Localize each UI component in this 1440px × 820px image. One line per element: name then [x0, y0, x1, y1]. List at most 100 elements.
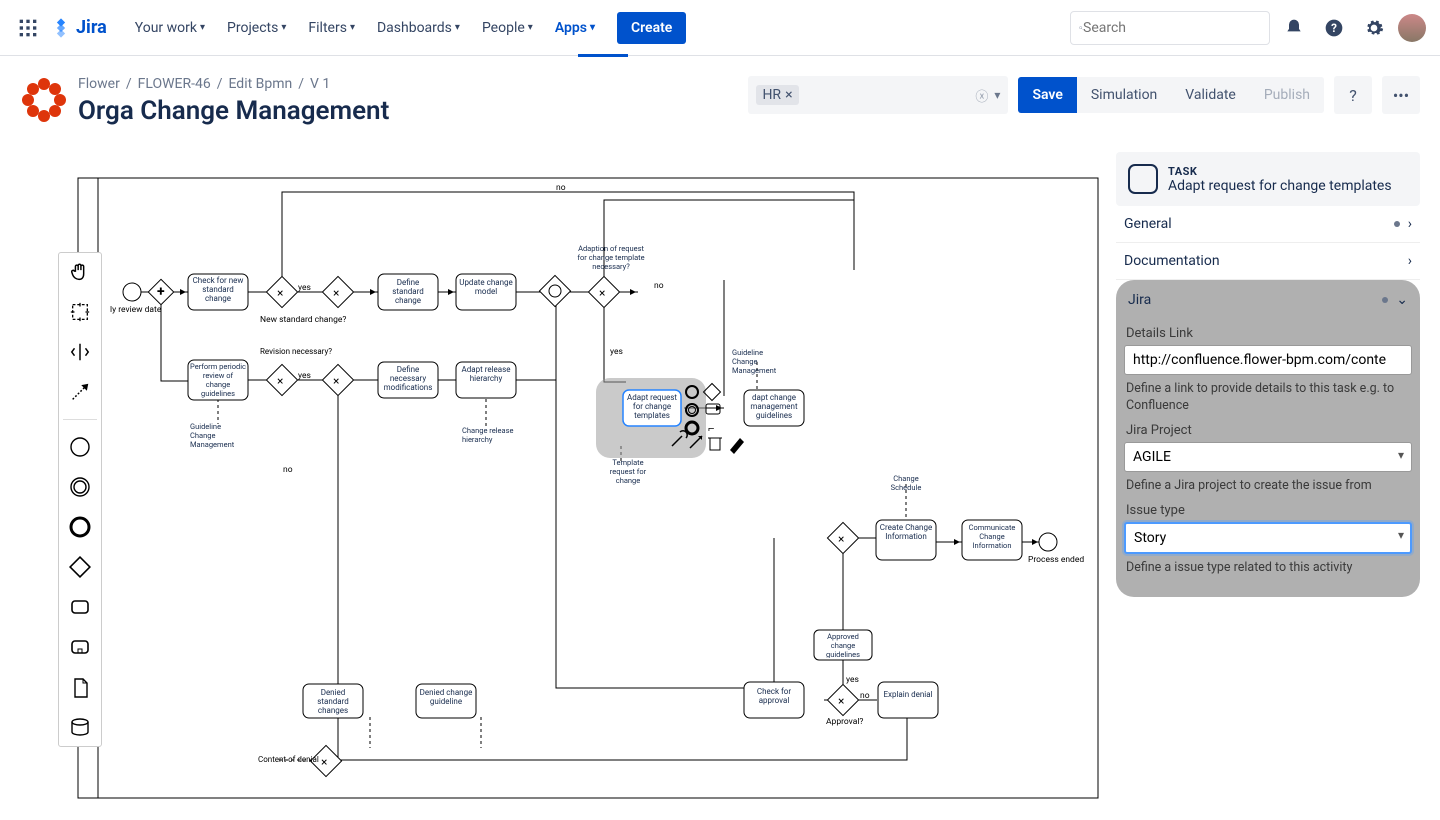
section-documentation[interactable]: Documentation ›: [1116, 243, 1420, 280]
label-content-denial: Content of denial: [258, 755, 319, 764]
palette-task[interactable]: [67, 594, 93, 620]
svg-text:×: ×: [333, 286, 339, 300]
palette-lasso-tool[interactable]: [67, 299, 93, 325]
nav-filters[interactable]: Filters▾: [298, 12, 365, 44]
task-type-icon: [1128, 164, 1158, 194]
svg-text:×: ×: [599, 286, 605, 300]
user-avatar[interactable]: [1398, 14, 1426, 42]
jira-project-select[interactable]: AGILE: [1124, 442, 1412, 472]
jira-project-help: Define a Jira project to create the issu…: [1126, 478, 1410, 495]
nav-apps[interactable]: Apps▾: [545, 12, 605, 44]
publish-button: Publish: [1250, 77, 1324, 113]
bpmn-palette: [58, 252, 102, 747]
tag-input[interactable]: HR× ⓧ ▾: [748, 76, 1008, 114]
label-approval-q: Approval?: [826, 717, 863, 727]
svg-text:no: no: [283, 465, 293, 475]
jira-project-label: Jira Project: [1126, 423, 1410, 438]
bpmn-canvas[interactable]: ly review date + Check for new standard …: [58, 152, 1118, 812]
svg-text:+: +: [157, 284, 165, 300]
settings-icon[interactable]: [1358, 12, 1390, 44]
page-title: Orga Change Management: [78, 96, 389, 126]
svg-text:no: no: [860, 691, 870, 701]
search-input[interactable]: [1083, 20, 1261, 36]
global-search[interactable]: [1070, 11, 1270, 45]
breadcrumb-project[interactable]: Flower: [78, 76, 120, 92]
issue-type-label: Issue type: [1126, 503, 1410, 518]
palette-gateway[interactable]: [67, 554, 93, 580]
details-link-input[interactable]: [1124, 345, 1412, 375]
task-type-label: TASK: [1168, 165, 1392, 178]
bpmn-start-event[interactable]: [123, 283, 141, 301]
pad-annotation-icon[interactable]: ⌐: [708, 422, 714, 435]
palette-data-store[interactable]: [67, 714, 93, 740]
product-name: Jira: [76, 17, 107, 38]
label-adaption-q: Adaption of request for change template …: [576, 244, 646, 271]
issue-type-select[interactable]: Story: [1124, 522, 1412, 554]
svg-text:×: ×: [838, 694, 844, 708]
palette-hand-tool[interactable]: [67, 259, 93, 285]
chevron-down-icon[interactable]: ▾: [994, 88, 1000, 102]
save-button[interactable]: Save: [1018, 77, 1076, 113]
svg-text:×: ×: [333, 374, 339, 388]
svg-text:yes: yes: [298, 371, 311, 381]
simulation-button[interactable]: Simulation: [1077, 77, 1171, 113]
nav-people[interactable]: People▾: [472, 12, 543, 44]
svg-text:×: ×: [321, 755, 327, 769]
issue-type-help: Define a issue type related to this acti…: [1126, 560, 1410, 577]
label-guideline-cm-2: Guideline Change Management: [190, 422, 246, 449]
nav-projects[interactable]: Projects▾: [217, 12, 296, 44]
action-button-group: Save Simulation Validate Publish: [1018, 77, 1324, 113]
task-name: Adapt request for change templates: [1168, 178, 1392, 194]
breadcrumbs: Flower/ FLOWER-46/ Edit Bpmn/ V 1: [78, 76, 389, 92]
status-dot-icon: [1382, 297, 1388, 303]
breadcrumb-action[interactable]: Edit Bpmn: [228, 76, 292, 92]
breadcrumb-issue[interactable]: FLOWER-46: [138, 76, 211, 92]
svg-text:×: ×: [277, 374, 283, 388]
svg-text:×: ×: [838, 532, 844, 546]
breadcrumb-version[interactable]: V 1: [310, 76, 330, 92]
chevron-right-icon: ›: [1408, 253, 1412, 269]
chevron-right-icon: ›: [1408, 216, 1412, 232]
context-help-button[interactable]: ?: [1334, 76, 1372, 114]
details-link-help: Define a link to provide details to this…: [1126, 381, 1410, 415]
chevron-down-icon: ▾: [281, 22, 286, 33]
validate-button[interactable]: Validate: [1171, 77, 1250, 113]
app-switcher-icon[interactable]: [14, 14, 42, 42]
more-actions-button[interactable]: •••: [1382, 76, 1420, 114]
svg-text:?: ?: [1331, 21, 1337, 35]
create-button[interactable]: Create: [617, 12, 686, 44]
svg-text:yes: yes: [610, 347, 623, 357]
bpmn-end-event[interactable]: [1039, 533, 1057, 551]
label-change-schedule: Change Schedule: [880, 474, 932, 492]
jira-logo[interactable]: Jira: [50, 17, 107, 39]
tag-remove-icon[interactable]: ×: [785, 87, 792, 103]
palette-connect-tool[interactable]: [67, 379, 93, 405]
svg-text:no: no: [654, 281, 664, 291]
help-icon[interactable]: ?: [1318, 12, 1350, 44]
section-jira[interactable]: Jira ⌄: [1124, 286, 1412, 318]
section-general[interactable]: General ›: [1116, 206, 1420, 243]
svg-text:no: no: [556, 183, 566, 193]
nav-dashboards[interactable]: Dashboards▾: [367, 12, 470, 44]
chevron-down-icon: ▾: [528, 22, 533, 33]
status-dot-icon: [1394, 221, 1400, 227]
svg-text:yes: yes: [298, 283, 311, 293]
label-review-date: ly review date: [110, 305, 162, 315]
palette-subprocess[interactable]: [67, 634, 93, 660]
palette-start-event[interactable]: [67, 434, 93, 460]
palette-data-object[interactable]: [67, 674, 93, 700]
project-logo: [20, 76, 68, 124]
label-process-ended: Process ended: [1028, 555, 1084, 565]
chevron-down-icon: ▾: [200, 22, 205, 33]
tag-clear-icon[interactable]: ⓧ: [975, 86, 988, 105]
notifications-icon[interactable]: [1278, 12, 1310, 44]
label-change-release: Change release hierarchy: [462, 426, 518, 444]
nav-your-work[interactable]: Your work▾: [125, 12, 215, 44]
tag-hr[interactable]: HR×: [756, 85, 798, 105]
label-new-std-q: New standard change?: [260, 315, 346, 325]
svg-text:×: ×: [277, 286, 283, 300]
palette-intermediate-event[interactable]: [67, 474, 93, 500]
palette-space-tool[interactable]: [67, 339, 93, 365]
palette-end-event[interactable]: [67, 514, 93, 540]
properties-header: TASK Adapt request for change templates: [1116, 152, 1420, 206]
